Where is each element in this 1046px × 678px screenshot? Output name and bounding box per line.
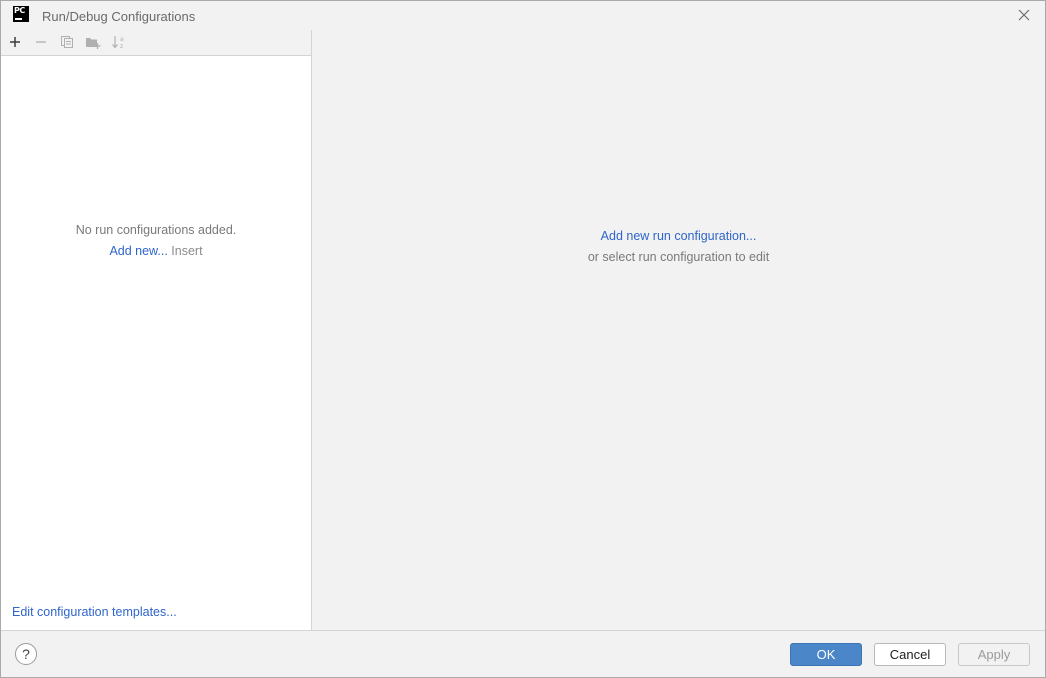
sort-configurations-button[interactable]: a z [111,34,127,50]
add-new-shortcut: Insert [171,244,203,258]
help-button[interactable]: ? [15,643,37,665]
minus-icon [36,41,46,43]
plus-icon [10,37,20,47]
add-configuration-button[interactable] [7,34,23,50]
app-icon-text: PC [14,6,25,15]
edit-configuration-templates-link[interactable]: Edit configuration templates... [12,605,177,619]
select-configuration-hint: or select run configuration to edit [587,250,770,264]
add-run-configuration-row: Add new run configuration... [312,229,1045,243]
configuration-details-pane: Add new run configuration... or select r… [312,30,1045,630]
remove-configuration-button[interactable] [33,34,49,50]
dialog-footer: ? OK Cancel Apply [1,630,1045,677]
svg-text:a: a [120,36,124,43]
sort-alphabetically-icon: a z [112,36,124,50]
ok-button[interactable]: OK [790,643,862,666]
dialog-title: Run/Debug Configurations [42,9,196,24]
apply-button[interactable]: Apply [958,643,1030,666]
new-folder-icon [86,38,101,49]
run-debug-configurations-dialog: PC Run/Debug Configurations a z No run c… [0,0,1046,678]
add-new-run-configuration-link[interactable]: Add new run configuration... [601,229,757,243]
app-icon-bar [15,18,22,20]
copy-icon [61,36,73,48]
pycharm-app-icon: PC [13,6,29,22]
cancel-button[interactable]: Cancel [874,643,946,666]
configurations-toolbar: a z [1,30,311,56]
no-configurations-message: No run configurations added. [75,223,237,237]
close-icon[interactable] [1017,8,1031,22]
move-to-folder-button[interactable] [85,34,101,50]
configurations-list-pane: a z No run configurations added. Add new… [1,30,312,630]
title-bar: PC Run/Debug Configurations [1,1,1045,31]
add-new-link[interactable]: Add new... [109,244,167,258]
copy-configuration-button[interactable] [59,34,75,50]
add-new-row: Add new... Insert [1,244,311,258]
svg-text:z: z [120,43,123,50]
